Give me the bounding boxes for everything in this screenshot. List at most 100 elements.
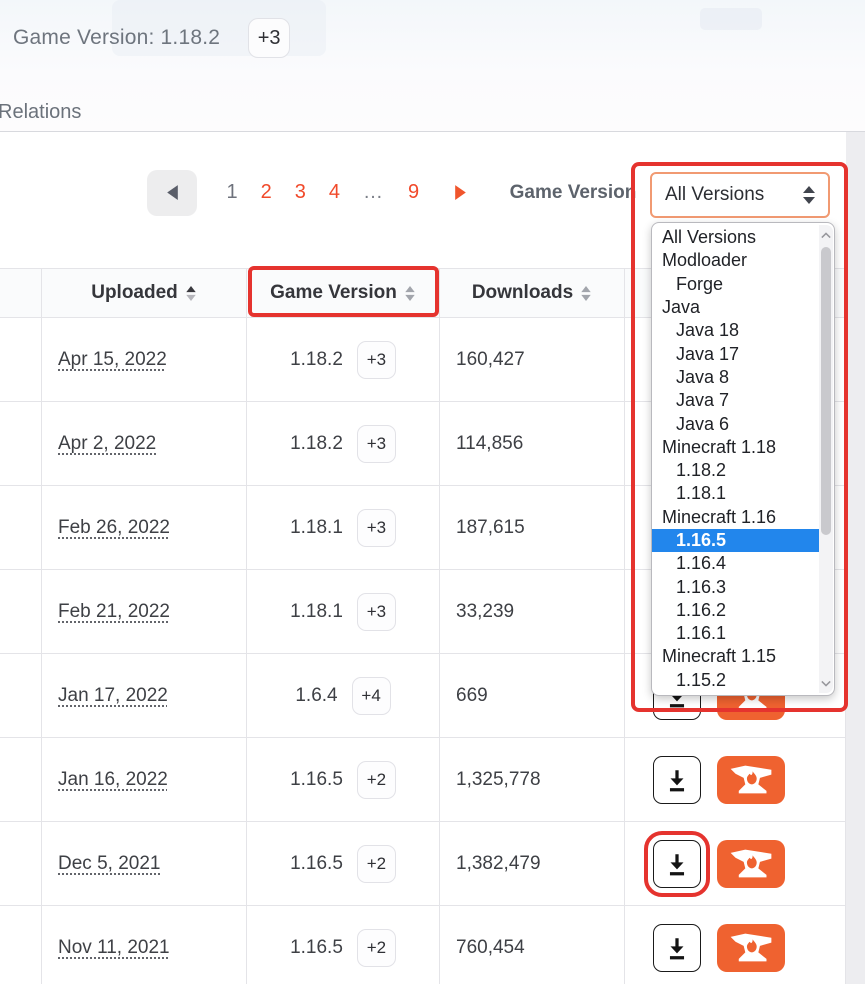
file-type-cell: [0, 822, 42, 905]
version-option[interactable]: Forge: [652, 273, 819, 296]
version-option[interactable]: 1.18.2: [652, 459, 819, 482]
downloads-cell: 160,427: [440, 318, 625, 401]
updown-icon: [802, 185, 816, 205]
page-link[interactable]: 2: [261, 181, 272, 204]
more-versions-badge[interactable]: +4: [352, 677, 391, 715]
game-version-cell: 1.18.2 +3: [247, 402, 440, 485]
uploaded-date-link[interactable]: Feb 21, 2022: [58, 601, 170, 623]
next-page-button[interactable]: [453, 184, 468, 201]
download-icon: [664, 851, 690, 877]
forge-install-button[interactable]: [717, 840, 785, 888]
table-row: Dec 5, 2021 1.16.5 +2 1,382,479: [0, 822, 846, 906]
uploaded-column-header[interactable]: Uploaded: [42, 269, 247, 317]
scrollbar-thumb[interactable]: [821, 247, 831, 535]
more-versions-badge[interactable]: +3: [357, 425, 396, 463]
downloads-count: 760,454: [456, 937, 525, 959]
game-version-value: 1.18.1: [290, 517, 343, 539]
more-versions-badge[interactable]: +3: [248, 18, 290, 58]
scroll-down-icon[interactable]: [819, 675, 833, 691]
forge-install-button[interactable]: [717, 756, 785, 804]
downloads-cell: 114,856: [440, 402, 625, 485]
version-option[interactable]: 1.15.2: [652, 669, 819, 692]
section-divider: [0, 131, 865, 132]
version-option[interactable]: 1.16.3: [652, 575, 819, 598]
page-link[interactable]: 4: [329, 181, 340, 204]
uploaded-cell: Jan 16, 2022: [42, 738, 247, 821]
game-version-column-header[interactable]: Game Version: [247, 269, 440, 317]
game-version-cell: 1.16.5 +2: [247, 822, 440, 905]
relations-link[interactable]: Relations: [0, 101, 81, 124]
version-dropdown: All VersionsModloaderForgeJavaJava 18Jav…: [651, 222, 835, 696]
scroll-up-icon[interactable]: [819, 227, 833, 243]
page-link[interactable]: 9: [408, 181, 419, 204]
actions-cell: [625, 906, 846, 984]
more-versions-badge[interactable]: +3: [357, 341, 396, 379]
downloads-cell: 187,615: [440, 486, 625, 569]
version-option[interactable]: Java 8: [652, 366, 819, 389]
forge-install-button[interactable]: [717, 924, 785, 972]
file-type-cell: [0, 570, 42, 653]
uploaded-date-link[interactable]: Feb 26, 2022: [58, 517, 170, 539]
game-version-value: 1.18.2: [290, 433, 343, 455]
version-option[interactable]: Java 6: [652, 412, 819, 435]
uploaded-date-link[interactable]: Jan 17, 2022: [58, 685, 168, 707]
dropdown-scrollbar[interactable]: [819, 225, 833, 693]
more-versions-badge[interactable]: +3: [357, 509, 396, 547]
uploaded-date-link[interactable]: Apr 2, 2022: [58, 433, 156, 455]
downloads-cell: 760,454: [440, 906, 625, 984]
version-option[interactable]: 1.16.5: [652, 529, 819, 552]
game-version-cell: 1.18.2 +3: [247, 318, 440, 401]
game-version-value: 1.16.5: [290, 853, 343, 875]
anvil-icon: [729, 763, 773, 796]
downloads-count: 669: [456, 685, 488, 707]
download-icon: [664, 767, 690, 793]
downloads-column-header[interactable]: Downloads: [440, 269, 625, 317]
file-type-cell: [0, 402, 42, 485]
page-link[interactable]: 3: [295, 181, 306, 204]
page-link: …: [363, 181, 385, 204]
previous-page-button[interactable]: [147, 170, 197, 216]
version-option[interactable]: Minecraft 1.16: [652, 506, 819, 529]
version-select[interactable]: All Versions: [650, 172, 830, 218]
page: Game Version: 1.18.2 +3 Relations 1234…9…: [0, 0, 865, 984]
version-option[interactable]: All Versions: [652, 226, 819, 249]
active-version-filter: Game Version: 1.18.2 +3: [13, 18, 290, 58]
uploaded-header-label: Uploaded: [91, 282, 178, 304]
downloads-count: 1,325,778: [456, 769, 541, 791]
uploaded-date-link[interactable]: Nov 11, 2021: [58, 937, 170, 959]
version-option[interactable]: Minecraft 1.15: [652, 645, 819, 668]
version-option[interactable]: 1.16.4: [652, 552, 819, 575]
version-option[interactable]: Java 17: [652, 342, 819, 365]
downloads-cell: 33,239: [440, 570, 625, 653]
more-versions-badge[interactable]: +2: [357, 761, 396, 799]
downloads-header-label: Downloads: [472, 282, 573, 304]
version-option[interactable]: Minecraft 1.18: [652, 436, 819, 459]
uploaded-cell: Feb 21, 2022: [42, 570, 247, 653]
uploaded-cell: Nov 11, 2021: [42, 906, 247, 984]
version-option[interactable]: Modloader: [652, 249, 819, 272]
more-versions-badge[interactable]: +2: [357, 929, 396, 967]
version-option[interactable]: 1.16.1: [652, 622, 819, 645]
sort-icon: [580, 285, 592, 302]
version-option[interactable]: Java 7: [652, 389, 819, 412]
version-option-list: All VersionsModloaderForgeJavaJava 18Jav…: [652, 226, 819, 692]
download-button[interactable]: [653, 924, 701, 972]
more-versions-badge[interactable]: +3: [357, 593, 396, 631]
download-button[interactable]: [653, 840, 701, 888]
uploaded-date-link[interactable]: Apr 15, 2022: [58, 349, 167, 371]
version-option[interactable]: 1.18.1: [652, 482, 819, 505]
more-versions-badge[interactable]: +2: [357, 845, 396, 883]
game-version-cell: 1.16.5 +2: [247, 738, 440, 821]
chevron-left-icon: [165, 184, 180, 201]
uploaded-cell: Jan 17, 2022: [42, 654, 247, 737]
uploaded-date-link[interactable]: Jan 16, 2022: [58, 769, 168, 791]
anvil-icon: [729, 847, 773, 880]
version-option[interactable]: Java: [652, 296, 819, 319]
uploaded-cell: Dec 5, 2021: [42, 822, 247, 905]
uploaded-date-link[interactable]: Dec 5, 2021: [58, 853, 160, 875]
game-version-value: 1.6.4: [295, 685, 337, 707]
version-option[interactable]: Java 18: [652, 319, 819, 342]
actions-cell: [625, 738, 846, 821]
download-button[interactable]: [653, 756, 701, 804]
version-option[interactable]: 1.16.2: [652, 599, 819, 622]
